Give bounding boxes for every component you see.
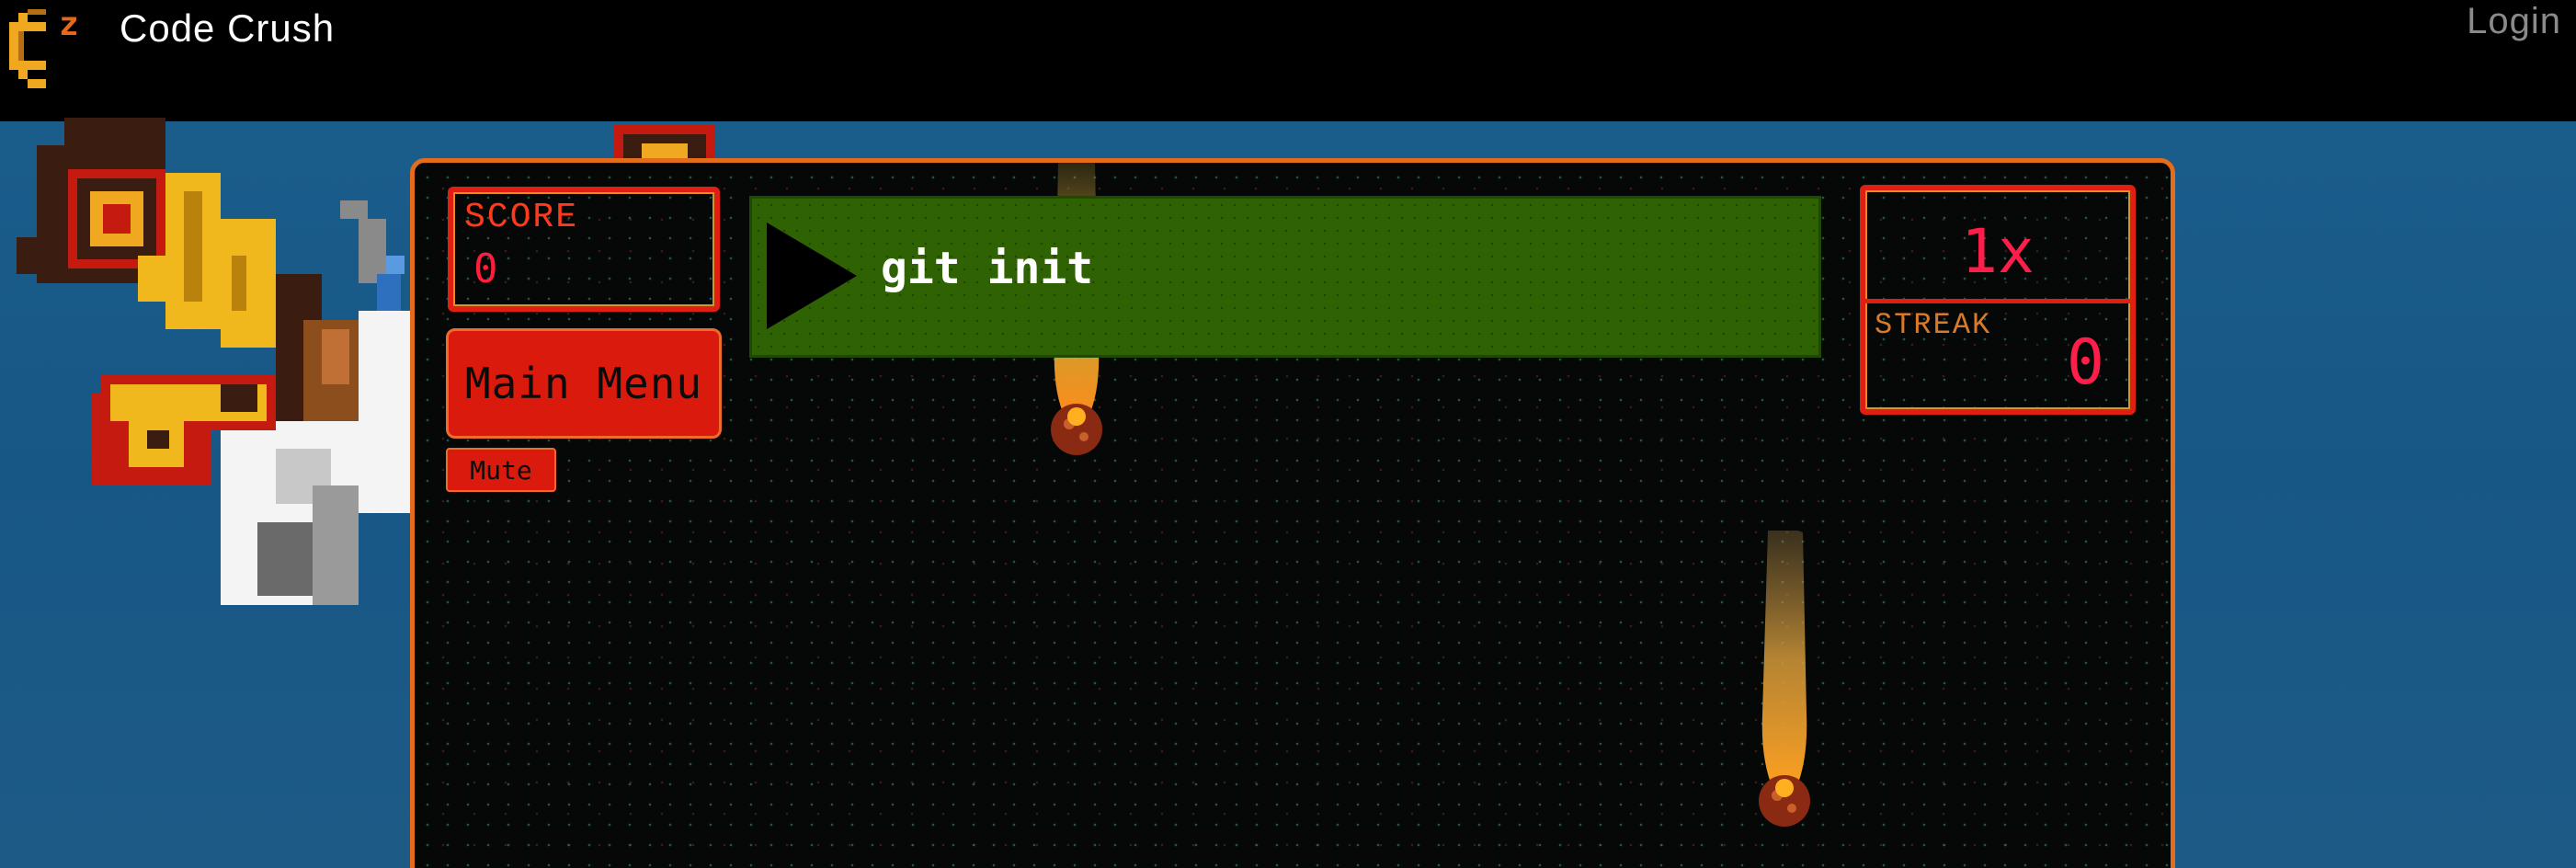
score-label: SCORE [464, 198, 579, 237]
score-panel: SCORE 0 [448, 187, 720, 312]
falling-meteor [1759, 531, 1810, 827]
command-prompt-bar: git init [749, 196, 1821, 358]
mute-button[interactable]: Mute [446, 448, 556, 492]
streak-value: 0 [2067, 326, 2104, 399]
svg-text:z: z [59, 6, 79, 43]
orange-badge-illustration [614, 125, 715, 162]
streak-panel: 1x STREAK 0 [1860, 185, 2136, 415]
score-value: 0 [473, 246, 498, 292]
main-menu-button[interactable]: Main Menu [446, 328, 722, 439]
command-text: git init [881, 243, 1094, 294]
app-title[interactable]: Code Crush [120, 6, 335, 51]
streak-divider [1865, 299, 2130, 303]
streak-label: STREAK [1875, 308, 1992, 342]
play-icon [767, 223, 857, 329]
code-crush-logo-icon[interactable]: z [4, 2, 88, 92]
login-link[interactable]: Login [2467, 0, 2561, 42]
multiplier-value: 1x [1961, 216, 2035, 287]
robot-mascot-illustration [17, 118, 414, 605]
game-board[interactable]: SCORE 0 Main Menu Mute git init 1x STREA… [410, 158, 2175, 868]
top-navbar: z Code Crush Login [0, 0, 2576, 121]
